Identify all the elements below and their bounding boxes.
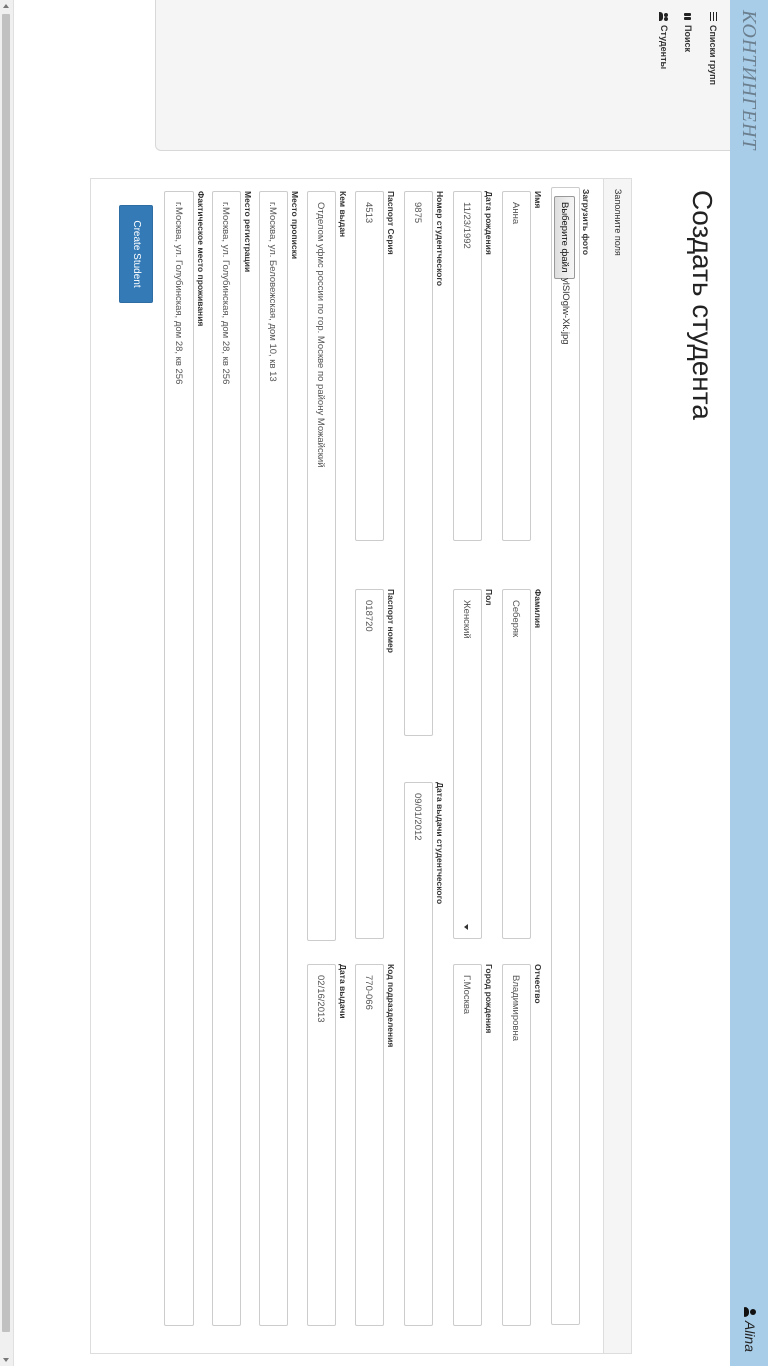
- page-title: Создать студента: [687, 190, 718, 420]
- photo-file-name: ylSlOglw-Xk.jpg: [560, 278, 571, 345]
- issue-date-label: Дата выдачи: [338, 964, 348, 1019]
- photo-file-input[interactable]: Выберите файл ylSlOglw-Xk.jpg: [551, 187, 580, 1325]
- sidebar-item-label: Поиск: [683, 25, 693, 53]
- student-card-field[interactable]: 9875: [404, 191, 433, 736]
- scroll-right-icon[interactable]: [3, 1358, 9, 1362]
- division-code-label: Код подразделения: [386, 964, 396, 1048]
- reg-place-field[interactable]: г.Москва, ул. Голубинская, дом 28, кв 25…: [212, 191, 241, 1326]
- users-icon: [660, 12, 669, 21]
- issued-by-field[interactable]: Отделом уфмс россии по гор. Москве по ра…: [307, 191, 336, 941]
- passport-series-field[interactable]: 4513: [355, 191, 384, 541]
- binoculars-icon: [684, 12, 693, 21]
- actual-address-field[interactable]: г.Москва, ул. Голубинская, дом 28, кв 25…: [164, 191, 194, 1326]
- student-form-panel: Заполните поля Загрузить фото Выберите ф…: [90, 178, 632, 1354]
- registration-field[interactable]: г.Москва, ул. Беловежская, дом 10, кв 13: [259, 191, 288, 1326]
- birth-city-label: Город рождения: [484, 964, 494, 1034]
- student-card-label: Номер студентческого: [435, 191, 445, 287]
- passport-number-field[interactable]: 018720: [355, 589, 384, 939]
- user-name: Alina: [742, 1320, 758, 1352]
- list-icon: [708, 12, 718, 21]
- birth-date-field[interactable]: 11/23/1992: [453, 191, 482, 541]
- sidebar-item-label: Списки групп: [708, 25, 718, 86]
- issued-by-label: Кем выдан: [338, 191, 348, 238]
- patronymic-label: Отчество: [533, 964, 543, 1004]
- sidebar-item-students[interactable]: Студенты: [659, 12, 669, 69]
- panel-heading: Заполните поля: [603, 179, 631, 1353]
- top-navbar: КОНТИНГЕНТ Alina: [730, 0, 768, 1366]
- division-code-field[interactable]: 770-066: [355, 964, 384, 1326]
- passport-series-label: Паспорт Серия: [386, 191, 396, 255]
- sidebar-menu: Списки групп Поиск Студенты: [155, 0, 730, 151]
- horizontal-scrollbar[interactable]: [0, 0, 14, 1366]
- page-canvas: КОНТИНГЕНТ Alina Списки групп Поиск Студ…: [0, 0, 768, 1366]
- gender-select[interactable]: Женский: [453, 589, 482, 939]
- passport-number-label: Паспорт номер: [386, 589, 396, 653]
- brand-logo[interactable]: КОНТИНГЕНТ: [737, 10, 760, 150]
- photo-label: Загрузить фото: [581, 189, 591, 256]
- user-menu[interactable]: Alina: [742, 1307, 758, 1352]
- user-icon: [744, 1307, 756, 1317]
- student-card-date-field[interactable]: 09/01/2012: [404, 782, 433, 1326]
- sidebar-item-search[interactable]: Поиск: [683, 12, 693, 52]
- patronymic-field[interactable]: Владимировна: [502, 964, 531, 1326]
- birth-date-label: Дата рождения: [484, 191, 494, 255]
- scroll-left-icon[interactable]: [3, 4, 9, 8]
- issue-date-field[interactable]: 02/16/2013: [307, 964, 336, 1326]
- reg-place-label: Место регистрации: [243, 191, 253, 273]
- actual-address-label: Фактическое место проживания: [196, 191, 206, 327]
- first-name-field[interactable]: Анна: [502, 191, 531, 541]
- student-card-date-label: Дата выдачи студентческого: [435, 782, 445, 905]
- birth-city-field[interactable]: Г.Москва: [453, 964, 482, 1326]
- choose-file-button[interactable]: Выберите файл: [554, 196, 575, 279]
- gender-label: Пол: [484, 589, 494, 606]
- create-student-button[interactable]: Create Student: [119, 205, 153, 303]
- last-name-label: Фамилия: [533, 589, 543, 629]
- registration-label: Место прописки: [290, 191, 300, 260]
- scrollbar-thumb[interactable]: [2, 14, 10, 1332]
- sidebar-item-label: Студенты: [659, 25, 669, 70]
- panel-heading-text: Заполните поля: [613, 189, 623, 256]
- last-name-field[interactable]: Себеряк: [502, 589, 531, 939]
- first-name-label: Имя: [533, 191, 543, 209]
- sidebar-item-group-lists[interactable]: Списки групп: [708, 12, 718, 85]
